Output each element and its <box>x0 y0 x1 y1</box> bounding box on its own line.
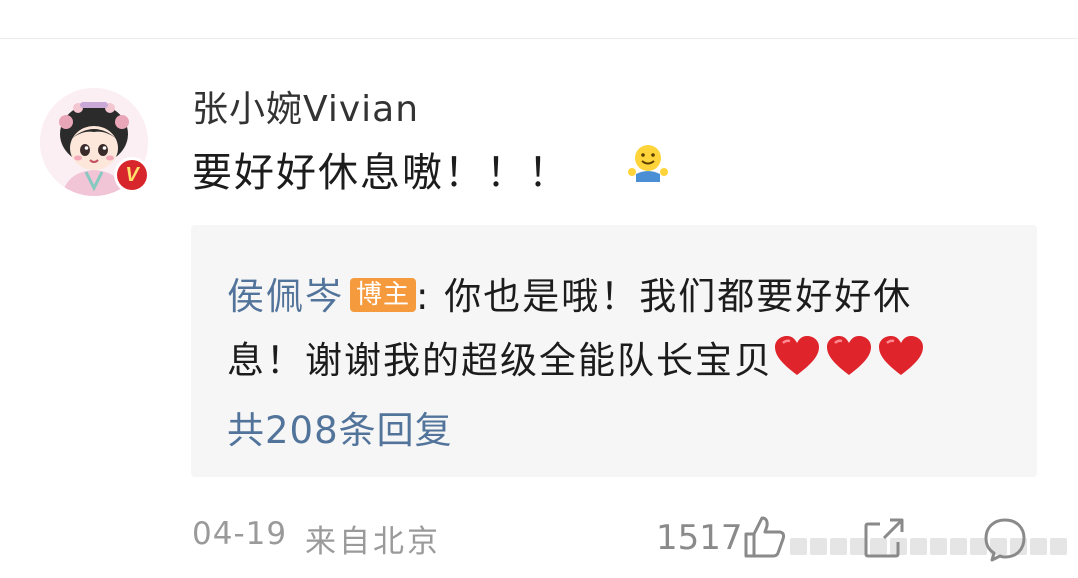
comment-location: 来自北京 <box>305 524 441 560</box>
verified-badge-label: V <box>117 160 147 190</box>
reply-count-link[interactable]: 共208条回复 <box>227 400 453 454</box>
blogger-tag: 博主 <box>350 278 417 312</box>
comment-text: 要好好休息嗷！！！ <box>192 150 570 196</box>
verified-badge: V <box>114 157 150 193</box>
hearts <box>773 335 929 386</box>
reply-line-2: 息！谢谢我的超级全能队长宝贝 <box>227 330 929 386</box>
thumbs-up-icon[interactable] <box>740 512 788 560</box>
comment-date: 04-19 <box>192 516 288 552</box>
comment-icon[interactable] <box>980 514 1030 564</box>
comment-username[interactable]: 张小婉Vivian <box>192 80 419 132</box>
reply-text-line-1: 你也是哦！我们都要好好休 <box>430 275 913 318</box>
reply-author[interactable]: 侯佩岑 <box>227 275 344 318</box>
reply-separator: : <box>416 275 431 318</box>
red-heart-emoji-icon <box>879 336 923 375</box>
smile-shrug-emoji-icon <box>628 145 668 182</box>
red-heart-emoji-icon <box>775 336 819 375</box>
like-count: 1517 <box>656 518 743 558</box>
reply-line-1: 侯佩岑 博主: 你也是哦！我们都要好好休 <box>227 266 912 320</box>
top-divider <box>0 38 1078 39</box>
reply-text-line-2: 息！谢谢我的超级全能队长宝贝 <box>227 339 773 382</box>
red-heart-emoji-icon <box>827 336 871 375</box>
share-icon[interactable] <box>860 514 908 562</box>
